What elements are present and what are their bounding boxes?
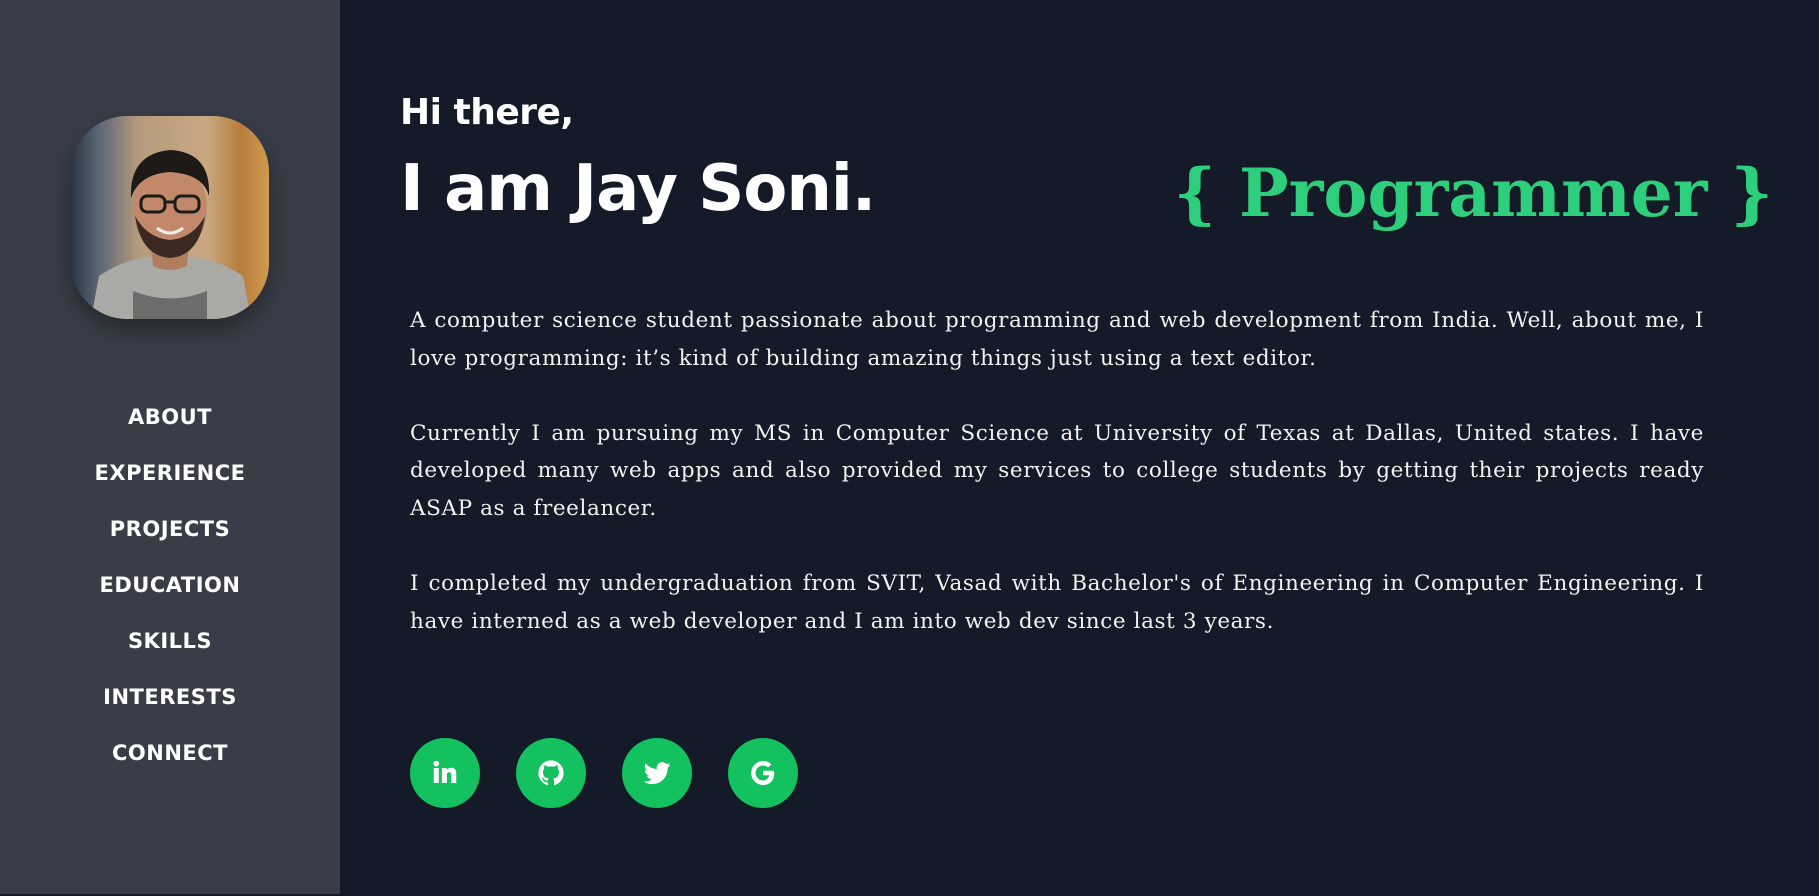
google-button[interactable] — [728, 738, 798, 808]
page-title: I am Jay Soni. — [400, 152, 876, 226]
role-title: { Programmer } — [1173, 154, 1773, 232]
avatar — [71, 116, 269, 319]
sidebar-nav: ABOUT EXPERIENCE PROJECTS EDUCATION SKIL… — [0, 398, 340, 790]
about-paragraph: Currently I am pursuing my MS in Compute… — [410, 420, 1704, 521]
twitter-icon — [643, 762, 671, 785]
about-section: A computer science student passionate ab… — [410, 302, 1704, 678]
about-paragraph: I completed my undergraduation from SVIT… — [410, 571, 1704, 634]
linkedin-button[interactable] — [410, 738, 480, 808]
github-button[interactable] — [516, 738, 586, 808]
greeting: Hi there, — [400, 92, 574, 133]
about-paragraph: A computer science student passionate ab… — [410, 308, 1704, 371]
linkedin-icon — [433, 760, 457, 783]
twitter-button[interactable] — [622, 738, 692, 808]
nav-item-about[interactable]: ABOUT — [0, 398, 340, 454]
nav-item-skills[interactable]: SKILLS — [0, 622, 340, 678]
google-icon — [751, 761, 775, 785]
main-content: Hi there, I am Jay Soni. { Programmer } … — [340, 0, 1819, 896]
nav-item-connect[interactable]: CONNECT — [0, 734, 340, 790]
nav-item-experience[interactable]: EXPERIENCE — [0, 454, 340, 510]
github-icon — [538, 760, 564, 786]
profile-photo — [91, 150, 251, 319]
social-links — [410, 738, 798, 808]
nav-item-education[interactable]: EDUCATION — [0, 566, 340, 622]
sidebar: ABOUT EXPERIENCE PROJECTS EDUCATION SKIL… — [0, 0, 340, 894]
nav-item-interests[interactable]: INTERESTS — [0, 678, 340, 734]
nav-item-projects[interactable]: PROJECTS — [0, 510, 340, 566]
